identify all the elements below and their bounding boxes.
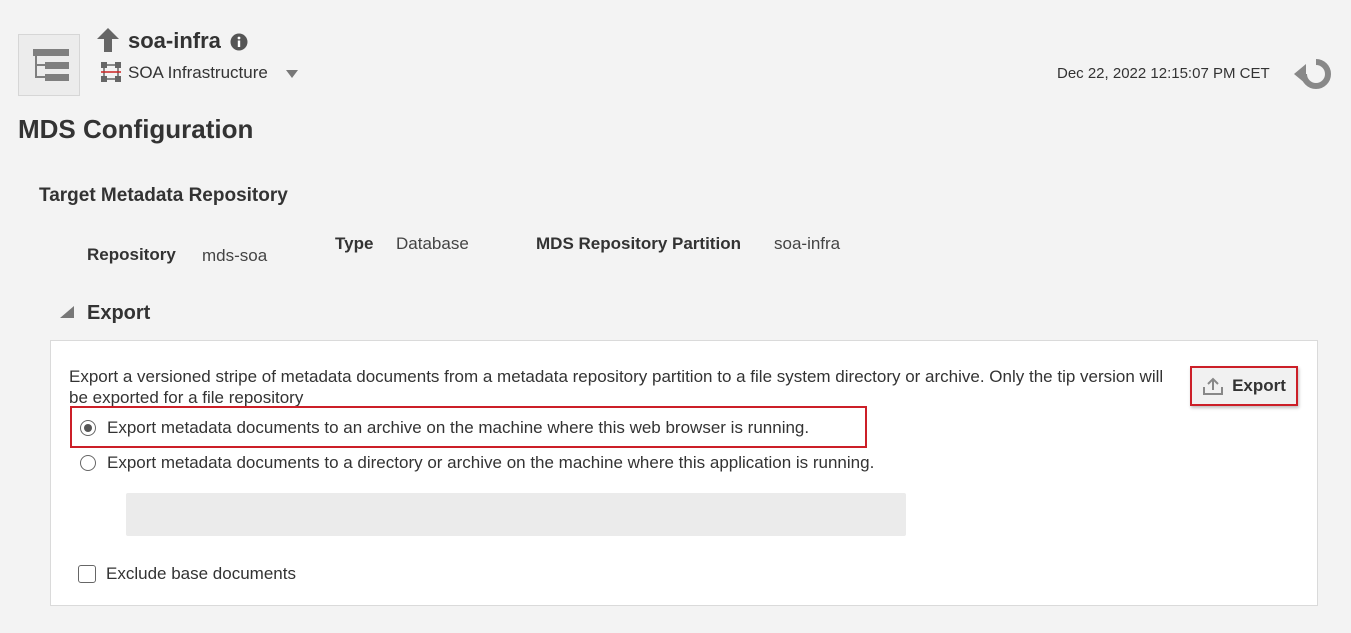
export-description: Export a versioned stripe of metadata do… bbox=[69, 367, 1164, 407]
partition-value: soa-infra bbox=[774, 234, 841, 253]
target-type-menu[interactable]: SOA Infrastructure bbox=[128, 63, 268, 83]
type-label: Type bbox=[335, 234, 374, 253]
up-arrow-icon[interactable] bbox=[96, 27, 120, 53]
repository-label: Repository bbox=[87, 245, 176, 264]
radio-export-server[interactable] bbox=[80, 455, 96, 471]
exclude-base-label[interactable]: Exclude base documents bbox=[106, 564, 296, 584]
export-section-header[interactable]: Export bbox=[87, 302, 150, 325]
export-button[interactable]: Export bbox=[1190, 366, 1298, 406]
export-path-input[interactable] bbox=[126, 493, 906, 536]
refresh-icon[interactable] bbox=[1292, 56, 1332, 92]
target-navigation-icon bbox=[33, 49, 69, 81]
radio-export-server-label[interactable]: Export metadata documents to a directory… bbox=[107, 453, 874, 473]
partition-label: MDS Repository Partition bbox=[536, 234, 741, 253]
page-refresh-timestamp: Dec 22, 2022 12:15:07 PM CET bbox=[1057, 65, 1270, 82]
export-button-label: Export bbox=[1232, 376, 1286, 395]
triangle-expanded-icon[interactable] bbox=[59, 305, 75, 319]
exclude-base-checkbox[interactable] bbox=[78, 565, 96, 583]
section-title: Target Metadata Repository bbox=[39, 185, 288, 206]
upload-icon bbox=[1203, 377, 1224, 395]
radio-export-browser-label[interactable]: Export metadata documents to an archive … bbox=[107, 418, 809, 438]
target-title: soa-infra bbox=[128, 28, 221, 53]
soa-infrastructure-icon bbox=[101, 62, 121, 82]
page-title: MDS Configuration bbox=[18, 114, 254, 144]
radio-export-browser[interactable] bbox=[80, 420, 96, 436]
info-icon[interactable] bbox=[230, 33, 248, 51]
repository-value: mds-soa bbox=[202, 246, 268, 265]
type-value: Database bbox=[396, 234, 469, 253]
target-navigation-button[interactable] bbox=[18, 34, 80, 96]
chevron-down-icon[interactable] bbox=[285, 68, 299, 80]
